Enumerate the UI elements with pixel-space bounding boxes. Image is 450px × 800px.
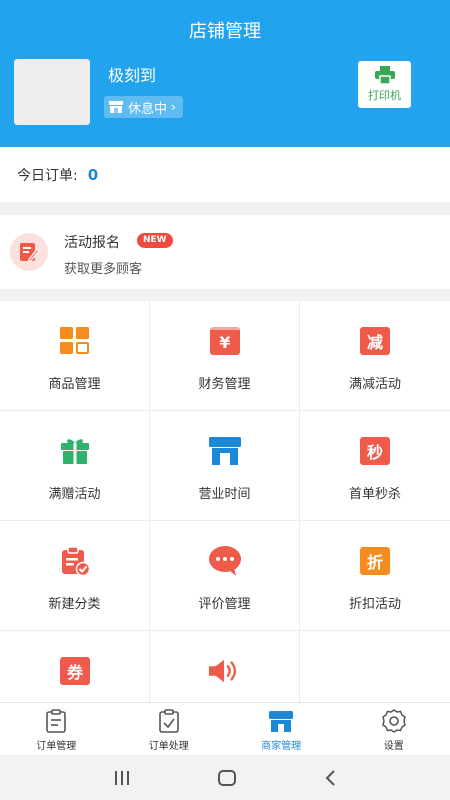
chevron-right-icon: ›	[171, 100, 176, 114]
grid-item-label: 商品管理	[48, 377, 101, 392]
shop-name: 极刻到	[108, 66, 157, 85]
shop-status-label: 休息中	[128, 101, 168, 117]
tab-merchant-management[interactable]: 商家管理	[225, 703, 338, 755]
grid-item-flash-sale[interactable]: 秒 首单秒杀	[300, 411, 450, 521]
grid-item-label: 评价管理	[198, 597, 251, 612]
grid-item-hours[interactable]: 营业时间	[150, 411, 300, 521]
orders-today-count: 0	[87, 165, 99, 184]
header: 店铺管理 极刻到 休息中 › 打印机	[0, 0, 450, 147]
storefront-icon	[209, 435, 241, 467]
tab-order-processing[interactable]: 订单处理	[113, 703, 226, 755]
grid-item-label: 新建分类	[48, 597, 101, 612]
coupon-icon: 券	[59, 655, 91, 687]
home-icon[interactable]	[218, 769, 236, 786]
tab-label: 商家管理	[261, 741, 302, 752]
system-nav-bar	[0, 755, 450, 800]
grid-item-label: 首单秒杀	[348, 487, 401, 502]
grid-item-reduce[interactable]: 减 满减活动	[300, 301, 450, 411]
orders-today-row[interactable]: 今日订单: 0	[0, 147, 450, 202]
tab-settings[interactable]: 设置	[338, 703, 450, 755]
gift-icon	[59, 435, 91, 467]
grid-item-label: 满减活动	[348, 377, 401, 392]
clipboard-check-icon	[59, 545, 91, 577]
grid-item-new-category[interactable]: 新建分类	[0, 521, 150, 631]
shop-status-chip[interactable]: 休息中 ›	[104, 96, 183, 118]
store-status-icon	[109, 101, 123, 113]
grid-item-label: 财务管理	[198, 377, 251, 392]
shop-avatar[interactable]	[14, 59, 90, 125]
grid-item-gift[interactable]: 满赠活动	[0, 411, 150, 521]
order-list-icon	[46, 709, 67, 733]
feature-grid: 商品管理 ¥ 财务管理 减 满减活动 满赠活动 营业时间 秒 首单秒杀 新建分类…	[0, 301, 450, 702]
store-icon	[269, 711, 294, 732]
printer-icon	[374, 66, 395, 84]
tab-label: 订单处理	[148, 741, 189, 752]
grid-item-goods[interactable]: 商品管理	[0, 301, 150, 411]
flash-sale-icon: 秒	[359, 435, 391, 467]
finance-icon: ¥	[209, 325, 241, 357]
discount-icon: 折	[359, 545, 391, 577]
goods-grid-icon	[59, 325, 91, 357]
settings-gear-icon	[381, 709, 406, 733]
order-check-icon	[158, 709, 179, 733]
edit-note-icon	[10, 233, 48, 271]
bottom-tab-bar: 订单管理 订单处理 商家管理 设置	[0, 702, 450, 755]
grid-item-label: 折扣活动	[348, 597, 401, 612]
printer-label: 打印机	[368, 89, 401, 102]
discount-reduce-icon: 减	[359, 325, 391, 357]
grid-item-reviews[interactable]: 评价管理	[150, 521, 300, 631]
grid-item-empty	[300, 631, 450, 702]
grid-item-coupon[interactable]: 券	[0, 631, 150, 702]
page-title: 店铺管理	[189, 21, 261, 42]
tab-label: 订单管理	[36, 741, 77, 752]
printer-button[interactable]: 打印机	[358, 61, 411, 108]
grid-item-label: 营业时间	[198, 487, 251, 502]
grid-item-label: 满赠活动	[48, 487, 101, 502]
chat-bubble-icon	[209, 545, 241, 577]
speaker-icon	[209, 655, 241, 687]
tab-label: 设置	[383, 741, 404, 752]
tab-order-management[interactable]: 订单管理	[0, 703, 113, 755]
activity-subtitle: 获取更多顾客	[64, 262, 143, 277]
grid-item-announcement[interactable]	[150, 631, 300, 702]
activity-title: 活动报名	[64, 235, 120, 251]
back-icon[interactable]	[324, 769, 336, 786]
grid-item-discount[interactable]: 折 折扣活动	[300, 521, 450, 631]
activity-signup-banner[interactable]: 活动报名 NEW 获取更多顾客	[0, 215, 450, 289]
orders-today-label: 今日订单:	[17, 167, 78, 184]
grid-item-finance[interactable]: ¥ 财务管理	[150, 301, 300, 411]
recent-apps-icon[interactable]	[114, 770, 130, 785]
new-badge: NEW	[137, 233, 173, 248]
